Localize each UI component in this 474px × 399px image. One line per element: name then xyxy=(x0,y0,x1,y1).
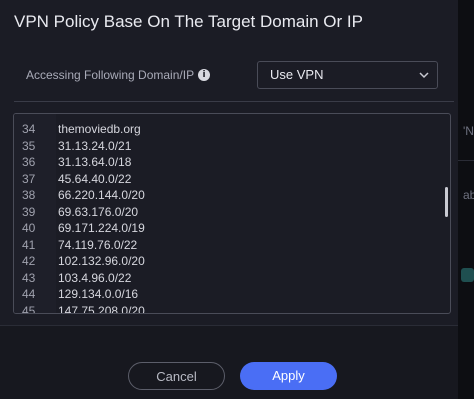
editor-line: 34 themoviedb.org xyxy=(14,121,434,138)
line-text: 66.220.144.0/20 xyxy=(58,188,145,202)
dialog-footer: Cancel Apply xyxy=(0,325,458,399)
line-number: 42 xyxy=(22,254,36,268)
line-number: 35 xyxy=(22,138,36,153)
dialog-title: VPN Policy Base On The Target Domain Or … xyxy=(14,12,363,31)
background-text-fragment: ab xyxy=(463,188,474,202)
cancel-button[interactable]: Cancel xyxy=(128,362,225,390)
editor-line: 35 31.13.24.0/21 xyxy=(14,138,434,155)
line-number: 41 xyxy=(22,237,36,252)
domain-ip-editor[interactable]: 34 themoviedb.org 35 31.13.24.0/21 36 31.13.6… xyxy=(13,113,451,314)
line-number: 36 xyxy=(22,155,36,169)
line-number: 39 xyxy=(22,204,36,219)
chevron-down-icon xyxy=(419,72,429,79)
editor-lines: 34 themoviedb.org 35 31.13.24.0/21 36 31.13.6… xyxy=(14,121,434,314)
background-divider xyxy=(458,160,474,161)
editor-line: 38 66.220.144.0/20 xyxy=(14,187,434,204)
editor-line: 44 129.134.0.0/16 xyxy=(14,286,434,303)
divider xyxy=(14,101,454,102)
policy-label: Accessing Following Domain/IP xyxy=(26,68,195,82)
background-toggle xyxy=(461,268,474,282)
line-text: 69.171.224.0/19 xyxy=(58,221,145,235)
line-text: 74.119.76.0/22 xyxy=(58,237,138,252)
line-text: 129.134.0.0/16 xyxy=(58,287,139,301)
line-number: 34 xyxy=(22,122,36,136)
line-number: 43 xyxy=(22,270,36,285)
line-text: 31.13.64.0/18 xyxy=(58,155,132,169)
background-window-edge: 'N ab xyxy=(458,0,474,399)
editor-line: 37 45.64.40.0/22 xyxy=(14,171,434,188)
line-text: 31.13.24.0/21 xyxy=(58,138,132,153)
line-number: 37 xyxy=(22,171,36,186)
line-text: 147.75.208.0/20 xyxy=(58,303,145,314)
editor-line: 41 74.119.76.0/22 xyxy=(14,237,434,254)
apply-button[interactable]: Apply xyxy=(240,362,337,390)
line-number: 38 xyxy=(22,188,36,202)
line-number: 45 xyxy=(22,303,36,314)
line-text: 45.64.40.0/22 xyxy=(58,171,132,186)
editor-line: 39 69.63.176.0/20 xyxy=(14,204,434,221)
editor-line: 45 147.75.208.0/20 xyxy=(14,303,434,314)
editor-line: 36 31.13.64.0/18 xyxy=(14,154,434,171)
policy-mode-value: Use VPN xyxy=(270,67,324,82)
editor-line: 40 69.171.224.0/19 xyxy=(14,220,434,237)
line-number: 44 xyxy=(22,287,36,301)
editor-line: 42 102.132.96.0/20 xyxy=(14,253,434,270)
vpn-policy-dialog: VPN Policy Base On The Target Domain Or … xyxy=(0,0,458,399)
policy-mode-select[interactable]: Use VPN xyxy=(257,61,438,89)
line-text: 103.4.96.0/22 xyxy=(58,270,132,285)
line-text: 102.132.96.0/20 xyxy=(58,254,145,268)
editor-scrollbar[interactable] xyxy=(445,187,448,217)
editor-line: 43 103.4.96.0/22 xyxy=(14,270,434,287)
line-number: 40 xyxy=(22,221,36,235)
line-text: themoviedb.org xyxy=(58,122,141,136)
policy-row: Accessing Following Domain/IP i xyxy=(26,68,211,82)
line-text: 69.63.176.0/20 xyxy=(58,204,139,219)
background-text-fragment: 'N xyxy=(463,124,474,138)
info-icon[interactable]: i xyxy=(198,69,211,81)
